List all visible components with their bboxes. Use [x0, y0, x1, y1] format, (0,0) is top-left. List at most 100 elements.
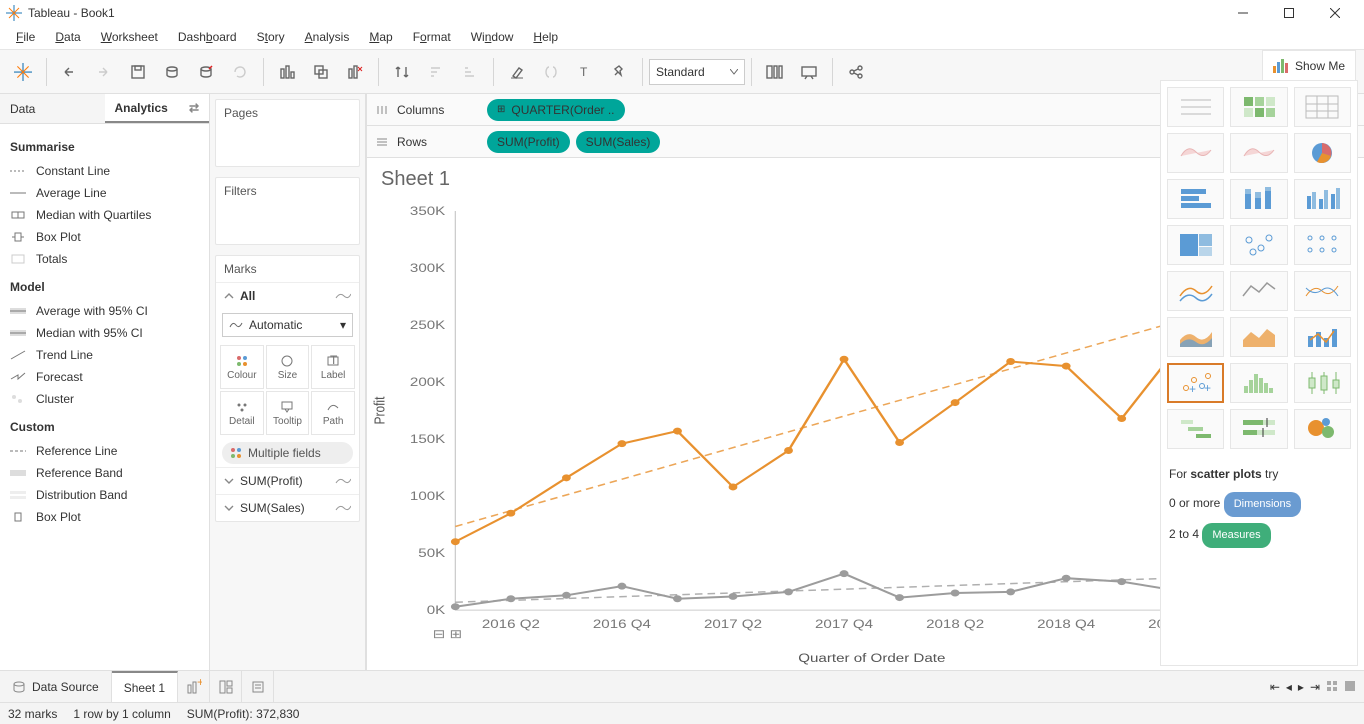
- viz-text-table[interactable]: [1167, 94, 1224, 127]
- new-data-button[interactable]: [157, 57, 187, 87]
- marks-label[interactable]: TLabel: [311, 345, 355, 389]
- rows-pill-sales[interactable]: SUM(Sales): [576, 131, 661, 153]
- viz-side-bar[interactable]: [1294, 179, 1351, 219]
- fit-select[interactable]: Standard: [649, 59, 745, 85]
- viz-pie[interactable]: [1294, 133, 1351, 173]
- analytics-reference-band[interactable]: Reference Band: [10, 462, 199, 484]
- sort-asc-button[interactable]: [421, 57, 451, 87]
- highlight-button[interactable]: [502, 57, 532, 87]
- columns-pill-quarter[interactable]: ⊞QUARTER(Order ..: [487, 99, 625, 121]
- menu-analysis[interactable]: Analysis: [297, 28, 358, 46]
- collapse-icon[interactable]: ⇄: [189, 101, 199, 115]
- rows-pill-profit[interactable]: SUM(Profit): [487, 131, 570, 153]
- pin-button[interactable]: [604, 57, 634, 87]
- viz-filled-map[interactable]: [1230, 133, 1287, 173]
- viz-area-discrete[interactable]: [1230, 317, 1287, 357]
- marks-path[interactable]: Path: [311, 391, 355, 435]
- new-story-tab[interactable]: [242, 671, 274, 702]
- viz-line-discrete[interactable]: [1230, 271, 1287, 311]
- show-me-toggle[interactable]: Show Me: [1262, 50, 1356, 80]
- clear-button[interactable]: [340, 57, 370, 87]
- tab-nav-controls[interactable]: ⇤◂▸⇥: [1262, 680, 1364, 694]
- analytics-constant-line[interactable]: Constant Line: [10, 160, 199, 182]
- maximize-button[interactable]: [1266, 0, 1312, 25]
- svg-text:+: +: [1189, 382, 1196, 396]
- marks-series-sales[interactable]: SUM(Sales): [216, 494, 359, 521]
- analytics-trend-line[interactable]: Trend Line: [10, 344, 199, 366]
- analytics-avg-ci[interactable]: Average with 95% CI: [10, 300, 199, 322]
- analytics-average-line[interactable]: Average Line: [10, 182, 199, 204]
- tab-analytics[interactable]: Analytics ⇄: [105, 94, 210, 123]
- viz-line-continuous[interactable]: [1167, 271, 1224, 311]
- marks-all-row[interactable]: All: [216, 282, 359, 309]
- mark-type-select[interactable]: Automatic ▾: [222, 313, 353, 337]
- marks-multiple-fields-pill[interactable]: Multiple fields: [222, 442, 353, 464]
- viz-heat-map[interactable]: [1230, 94, 1287, 127]
- close-button[interactable]: [1312, 0, 1358, 25]
- viz-dual-line[interactable]: [1294, 271, 1351, 311]
- new-worksheet-tab[interactable]: +: [178, 671, 210, 702]
- menu-story[interactable]: Story: [249, 28, 293, 46]
- duplicate-button[interactable]: [306, 57, 336, 87]
- menu-worksheet[interactable]: Worksheet: [93, 28, 166, 46]
- presentation-button[interactable]: [794, 57, 824, 87]
- swap-button[interactable]: [387, 57, 417, 87]
- menu-file[interactable]: File: [8, 28, 43, 46]
- group-button[interactable]: [536, 57, 566, 87]
- analytics-reference-line[interactable]: Reference Line: [10, 440, 199, 462]
- marks-colour[interactable]: Colour: [220, 345, 264, 389]
- tableau-icon[interactable]: [8, 57, 38, 87]
- viz-stacked-bar[interactable]: [1230, 179, 1287, 219]
- svg-text:Quarter of Order Date: Quarter of Order Date: [798, 651, 945, 664]
- undo-button[interactable]: [55, 57, 85, 87]
- viz-box-whisker[interactable]: [1294, 363, 1351, 403]
- marks-series-profit[interactable]: SUM(Profit): [216, 467, 359, 494]
- analytics-forecast[interactable]: Forecast: [10, 366, 199, 388]
- save-button[interactable]: [123, 57, 153, 87]
- filters-shelf[interactable]: [216, 204, 359, 244]
- refresh-button[interactable]: [225, 57, 255, 87]
- viz-area-continuous[interactable]: [1167, 317, 1224, 357]
- redo-button[interactable]: [89, 57, 119, 87]
- viz-scatter[interactable]: ++: [1167, 363, 1224, 403]
- viz-treemap[interactable]: [1167, 225, 1224, 265]
- show-sheets-icon[interactable]: [1344, 680, 1356, 694]
- viz-circle-views[interactable]: [1230, 225, 1287, 265]
- tab-data[interactable]: Data: [0, 94, 105, 123]
- analytics-distribution-band[interactable]: Distribution Band: [10, 484, 199, 506]
- analytics-median-ci[interactable]: Median with 95% CI: [10, 322, 199, 344]
- minimize-button[interactable]: [1220, 0, 1266, 25]
- viz-packed-bubbles[interactable]: [1294, 409, 1351, 449]
- show-cards-button[interactable]: [760, 57, 790, 87]
- viz-bullet[interactable]: [1230, 409, 1287, 449]
- viz-symbol-map[interactable]: [1167, 133, 1224, 173]
- analytics-box-plot-custom[interactable]: Box Plot: [10, 506, 199, 528]
- pause-auto-button[interactable]: [191, 57, 221, 87]
- viz-gantt[interactable]: [1167, 409, 1224, 449]
- viz-histogram[interactable]: [1230, 363, 1287, 403]
- share-button[interactable]: [841, 57, 871, 87]
- show-filmstrip-icon[interactable]: [1326, 680, 1338, 694]
- viz-highlight-table[interactable]: [1294, 94, 1351, 127]
- viz-dual-combo[interactable]: [1294, 317, 1351, 357]
- label-button[interactable]: T: [570, 57, 600, 87]
- data-source-tab[interactable]: Data Source: [0, 671, 112, 702]
- sort-desc-button[interactable]: [455, 57, 485, 87]
- menu-help[interactable]: Help: [525, 28, 566, 46]
- viz-hbar[interactable]: [1167, 179, 1224, 219]
- viz-side-circle[interactable]: [1294, 225, 1351, 265]
- analytics-box-plot[interactable]: Box Plot: [10, 226, 199, 248]
- new-dashboard-tab[interactable]: [210, 671, 242, 702]
- new-worksheet-button[interactable]: [272, 57, 302, 87]
- analytics-median-quartiles[interactable]: Median with Quartiles: [10, 204, 199, 226]
- menu-data[interactable]: Data: [47, 28, 88, 46]
- marks-detail[interactable]: Detail: [220, 391, 264, 435]
- marks-tooltip[interactable]: Tooltip: [266, 391, 310, 435]
- pages-shelf[interactable]: [216, 126, 359, 166]
- menu-map[interactable]: Map: [361, 28, 400, 46]
- menu-format[interactable]: Format: [405, 28, 459, 46]
- menu-dashboard[interactable]: Dashboard: [170, 28, 245, 46]
- sheet1-tab[interactable]: Sheet 1: [112, 671, 178, 702]
- menu-window[interactable]: Window: [463, 28, 522, 46]
- marks-size[interactable]: Size: [266, 345, 310, 389]
